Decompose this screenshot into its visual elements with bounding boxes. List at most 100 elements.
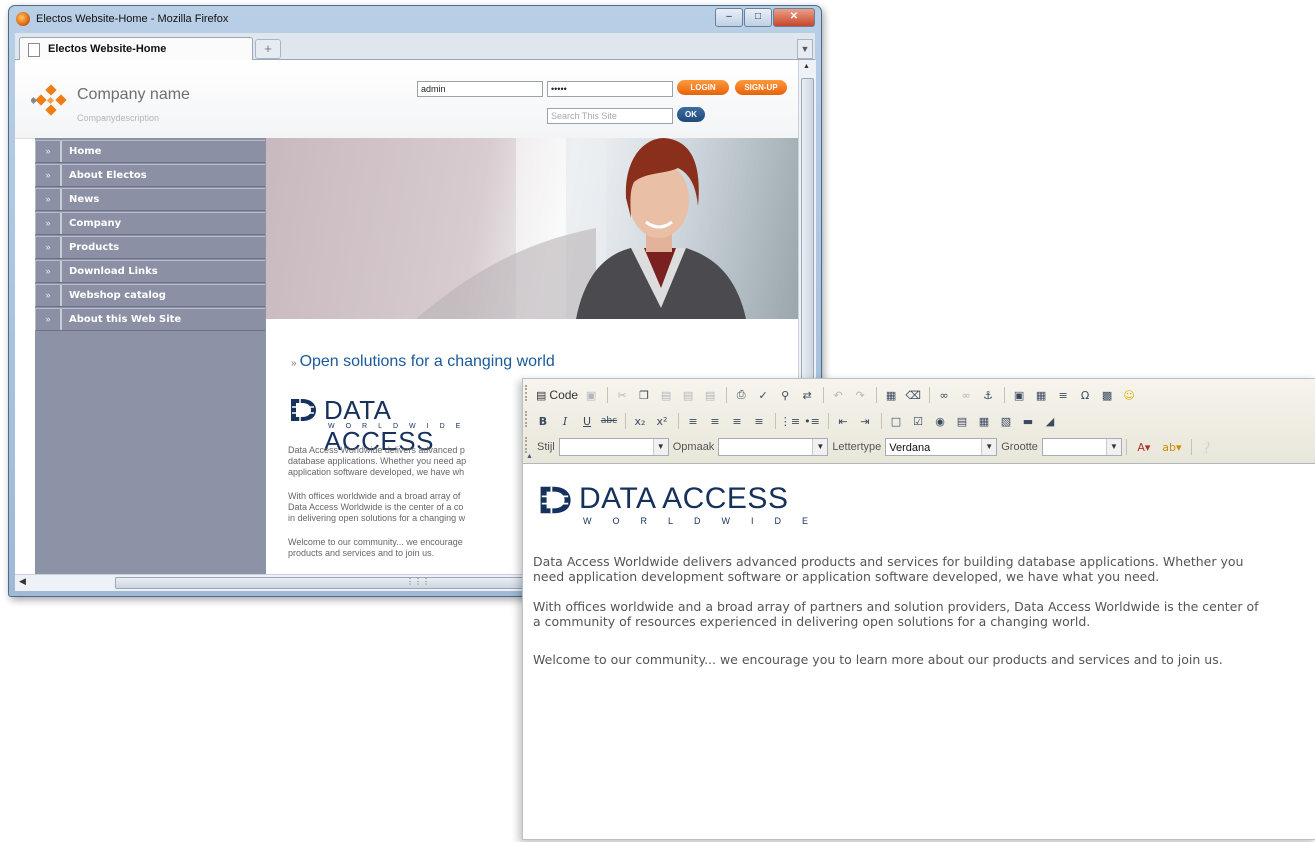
align-justify-icon[interactable]: ≡ xyxy=(749,412,769,430)
textarea-icon[interactable]: ▦ xyxy=(974,412,994,430)
cut-icon[interactable]: ✂ xyxy=(612,386,632,404)
anchor-icon[interactable]: ⚓ xyxy=(978,386,998,404)
site-header: Company name Companydescription admin ••… xyxy=(15,60,798,139)
page-icon xyxy=(28,43,40,57)
copy-icon[interactable]: ❐ xyxy=(634,386,654,404)
spellcheck-icon[interactable]: ✓ xyxy=(753,386,773,404)
text-field-icon[interactable]: ▤ xyxy=(952,412,972,430)
indent-icon[interactable]: ⇥ xyxy=(855,412,875,430)
chevron-right-icon: » xyxy=(36,285,62,306)
tab-bar: Electos Website-Home + ▼ xyxy=(15,33,815,60)
nav-item-news[interactable]: » News xyxy=(35,188,265,211)
tab-electos-home[interactable]: Electos Website-Home xyxy=(19,37,253,60)
collapse-toolbar-icon[interactable]: ▲ xyxy=(526,453,533,460)
text-line: With offices worldwide and a broad array… xyxy=(288,491,461,501)
strikethrough-icon[interactable]: abc xyxy=(599,412,619,430)
unlink-icon[interactable]: ∞ xyxy=(956,386,976,404)
align-center-icon[interactable]: ≡ xyxy=(705,412,725,430)
nav-item-company[interactable]: » Company xyxy=(35,212,265,235)
superscript-icon[interactable]: x² xyxy=(652,412,672,430)
nav-label: Products xyxy=(69,242,120,253)
slogan-heading: » Open solutions for a changing world xyxy=(291,353,555,371)
source-code-button[interactable]: ▤ Code xyxy=(533,386,581,404)
paste-word-icon[interactable]: ▤ xyxy=(700,386,720,404)
chevron-right-icon: » xyxy=(36,261,62,282)
login-button[interactable]: LOGIN xyxy=(677,80,729,95)
nav-label: About this Web Site xyxy=(69,314,182,325)
nav-item-webshop-catalog[interactable]: » Webshop catalog xyxy=(35,284,265,307)
size-select[interactable]: ▼ xyxy=(1041,438,1122,456)
hero-image xyxy=(266,138,798,319)
nav-item-download-links[interactable]: » Download Links xyxy=(35,260,265,283)
subscript-icon[interactable]: x₂ xyxy=(630,412,650,430)
find-icon[interactable]: ⚲ xyxy=(775,386,795,404)
help-icon[interactable]: ❔ xyxy=(1196,438,1216,456)
text-line: products and services and to join us. xyxy=(288,548,435,558)
format-select[interactable]: ▼ xyxy=(718,438,829,456)
form-icon[interactable]: □ xyxy=(886,412,906,430)
scroll-left-icon[interactable]: ◀ xyxy=(19,576,26,587)
undo-icon[interactable]: ↶ xyxy=(828,386,848,404)
editor-content-area[interactable]: DATA ACCESS WORLDWIDE Data Access Worldw… xyxy=(523,464,1315,839)
nav-item-about-electos[interactable]: » About Electos xyxy=(35,164,265,187)
select-field-icon[interactable]: ▧ xyxy=(996,412,1016,430)
background-color-icon[interactable]: ab▾ xyxy=(1159,438,1185,456)
toolbar-separator xyxy=(775,413,776,429)
page-break-icon[interactable]: ▩ xyxy=(1097,386,1117,404)
search-ok-button[interactable]: OK xyxy=(677,107,705,122)
select-all-icon[interactable]: ▦ xyxy=(881,386,901,404)
image-button-icon[interactable]: ◢ xyxy=(1040,412,1060,430)
text-line: need application development software or… xyxy=(533,569,1160,584)
bold-icon[interactable]: B xyxy=(533,412,553,430)
italic-icon[interactable]: I xyxy=(555,412,575,430)
align-right-icon[interactable]: ≡ xyxy=(727,412,747,430)
nav-item-about-this-web-site[interactable]: » About this Web Site xyxy=(35,308,265,331)
toolbar-separator xyxy=(1125,439,1127,455)
nav-label: Company xyxy=(69,218,122,229)
font-select[interactable]: Verdana ▼ xyxy=(885,438,998,456)
maximize-icon[interactable]: □ xyxy=(744,8,772,27)
username-field[interactable]: admin xyxy=(417,81,543,97)
password-field[interactable]: ••••• xyxy=(547,81,673,97)
paste-icon[interactable]: ▤ xyxy=(656,386,676,404)
numbered-list-icon[interactable]: ⋮≡ xyxy=(780,412,800,430)
redo-icon[interactable]: ↷ xyxy=(850,386,870,404)
data-access-logo: DATA ACCESS WORLDWIDE xyxy=(288,395,460,456)
radio-icon[interactable]: ◉ xyxy=(930,412,950,430)
nav-item-products[interactable]: » Products xyxy=(35,236,265,259)
toolbar-separator xyxy=(929,387,931,403)
window-title: Electos Website-Home - Mozilla Firefox xyxy=(36,13,229,25)
signup-button[interactable]: SIGN-UP xyxy=(735,80,787,95)
tab-list-button[interactable]: ▼ xyxy=(797,39,813,59)
special-char-icon[interactable]: Ω xyxy=(1075,386,1095,404)
checkbox-icon[interactable]: ☑ xyxy=(908,412,928,430)
button-field-icon[interactable]: ▬ xyxy=(1018,412,1038,430)
nav-item-home[interactable]: » Home xyxy=(35,140,265,163)
table-icon[interactable]: ▦ xyxy=(1031,386,1051,404)
minimize-icon[interactable]: – xyxy=(715,8,743,27)
align-left-icon[interactable]: ≡ xyxy=(683,412,703,430)
site-search-input[interactable]: Search This Site xyxy=(547,108,673,124)
tab-label: Electos Website-Home xyxy=(48,43,167,55)
toolbar-separator xyxy=(625,413,626,429)
scroll-up-icon[interactable]: ▲ xyxy=(803,63,810,70)
save-icon[interactable]: ▣ xyxy=(581,386,601,404)
close-icon[interactable]: ✕ xyxy=(773,8,815,27)
new-tab-button[interactable]: + xyxy=(255,39,281,59)
image-icon[interactable]: ▣ xyxy=(1009,386,1029,404)
toolbar-row-1: ▤ Code ▣ ✂ ❐ ▤ ▤ ▤ ⎙ ✓ ⚲ ⇄ ↶ ↷ ▦ ⌫ ∞ ∞ ⚓ … xyxy=(533,383,1141,407)
style-select[interactable]: ▼ xyxy=(558,438,669,456)
outdent-icon[interactable]: ⇤ xyxy=(833,412,853,430)
bulleted-list-icon[interactable]: •≡ xyxy=(802,412,822,430)
paste-text-icon[interactable]: ▤ xyxy=(678,386,698,404)
text-color-icon[interactable]: A▾ xyxy=(1131,438,1157,456)
eraser-icon[interactable]: ⌫ xyxy=(903,386,923,404)
smiley-icon[interactable]: ☺ xyxy=(1119,386,1139,404)
editor-paragraph-1: Data Access Worldwide delivers advanced … xyxy=(533,554,1303,584)
link-icon[interactable]: ∞ xyxy=(934,386,954,404)
replace-icon[interactable]: ⇄ xyxy=(797,386,817,404)
horizontal-rule-icon[interactable]: ≡ xyxy=(1053,386,1073,404)
toolbar-separator xyxy=(881,413,882,429)
underline-icon[interactable]: U xyxy=(577,412,597,430)
print-icon[interactable]: ⎙ xyxy=(731,386,751,404)
